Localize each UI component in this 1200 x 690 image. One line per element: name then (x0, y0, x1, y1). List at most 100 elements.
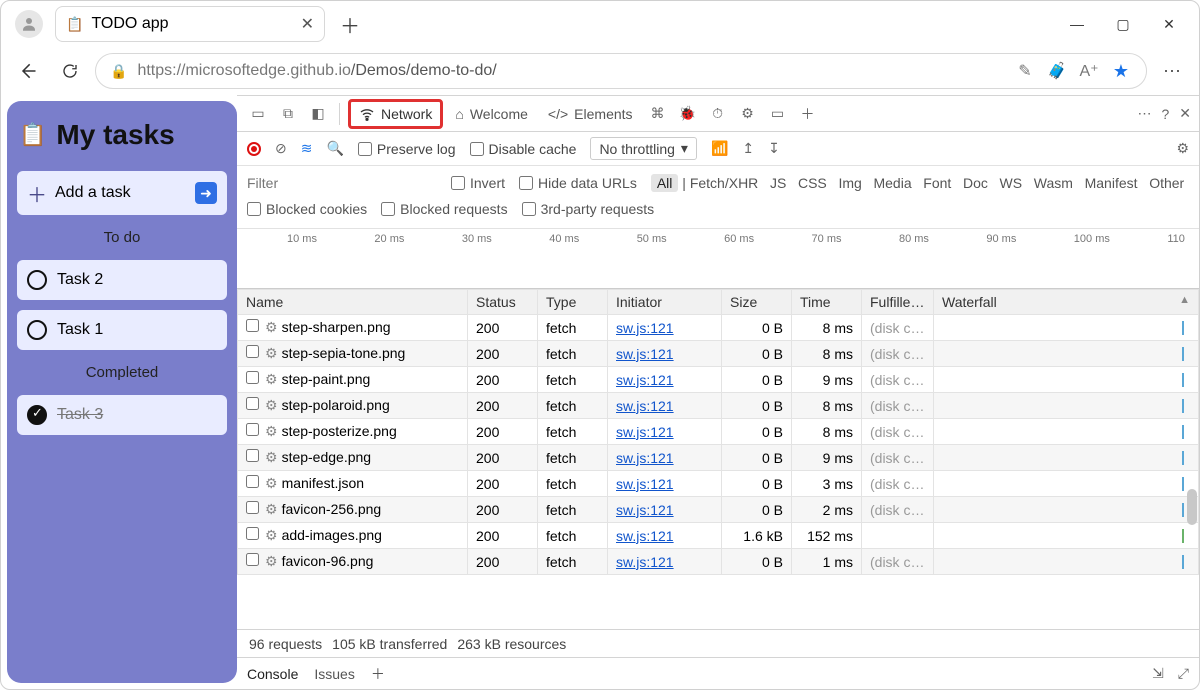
dock-side-icon[interactable]: ◧ (305, 105, 331, 122)
filter-all[interactable]: All (651, 174, 679, 192)
performance-icon[interactable]: ⏱ (705, 105, 731, 122)
blocked-requests-checkbox[interactable]: Blocked requests (381, 201, 507, 217)
filter-css[interactable]: CSS (798, 175, 827, 191)
initiator-link[interactable]: sw.js:121 (616, 554, 674, 570)
filter-js[interactable]: JS (770, 175, 786, 191)
upload-har-icon[interactable]: ↥ (742, 140, 754, 157)
row-checkbox[interactable] (246, 345, 259, 358)
col-type[interactable]: Type (538, 290, 608, 315)
initiator-link[interactable]: sw.js:121 (616, 320, 674, 336)
drawer-add-tab[interactable]: ＋ (371, 664, 385, 684)
url-field[interactable]: 🔒 https://microsoftedge.github.io/Demos/… (95, 53, 1147, 89)
initiator-link[interactable]: sw.js:121 (616, 372, 674, 388)
row-checkbox[interactable] (246, 553, 259, 566)
scrollbar-thumb[interactable] (1187, 489, 1197, 525)
table-row[interactable]: ⚙step-sepia-tone.png200fetchsw.js:1210 B… (238, 341, 1199, 367)
row-checkbox[interactable] (246, 423, 259, 436)
blocked-cookies-checkbox[interactable]: Blocked cookies (247, 201, 367, 217)
initiator-link[interactable]: sw.js:121 (616, 476, 674, 492)
filter-manifest[interactable]: Manifest (1085, 175, 1138, 191)
preserve-log-checkbox[interactable]: Preserve log (358, 141, 456, 157)
drawer-dock-icon[interactable]: ⇲ (1152, 665, 1164, 682)
invert-checkbox[interactable]: Invert (451, 175, 505, 191)
filter-media[interactable]: Media (873, 175, 911, 191)
inspect-element-icon[interactable]: ▭ (245, 105, 271, 122)
close-tab-icon[interactable]: ✕ (301, 14, 314, 34)
initiator-link[interactable]: sw.js:121 (616, 528, 674, 544)
filter-input[interactable] (247, 175, 437, 191)
record-button[interactable] (247, 142, 261, 156)
table-row[interactable]: ⚙step-paint.png200fetchsw.js:1210 B9 ms(… (238, 367, 1199, 393)
disable-cache-checkbox[interactable]: Disable cache (470, 141, 577, 157)
window-maximize[interactable]: ▢ (1113, 16, 1133, 33)
tab-network[interactable]: Network (348, 99, 443, 129)
filter-doc[interactable]: Doc (963, 175, 988, 191)
drawer-console-tab[interactable]: Console (247, 666, 298, 682)
drawer-issues-tab[interactable]: Issues (314, 666, 354, 682)
table-row[interactable]: ⚙step-polaroid.png200fetchsw.js:1210 B8 … (238, 393, 1199, 419)
row-checkbox[interactable] (246, 397, 259, 410)
filter-toggle-icon[interactable]: ≋ (301, 140, 313, 157)
network-settings-icon[interactable]: ⚙ (1176, 140, 1189, 157)
new-tab-button[interactable]: ＋ (335, 9, 365, 39)
initiator-link[interactable]: sw.js:121 (616, 502, 674, 518)
tab-welcome[interactable]: ⌂ Welcome (447, 102, 536, 126)
task-item[interactable]: Task 1 (17, 310, 227, 350)
col-initiator[interactable]: Initiator (608, 290, 722, 315)
filter-font[interactable]: Font (923, 175, 951, 191)
initiator-link[interactable]: sw.js:121 (616, 346, 674, 362)
filter-other[interactable]: Other (1149, 175, 1184, 191)
table-row[interactable]: ⚙step-edge.png200fetchsw.js:1210 B9 ms(d… (238, 445, 1199, 471)
table-row[interactable]: ⚙manifest.json200fetchsw.js:1210 B3 ms(d… (238, 471, 1199, 497)
device-toggle-icon[interactable]: ⧉ (275, 105, 301, 122)
third-party-checkbox[interactable]: 3rd-party requests (522, 201, 655, 217)
col-name[interactable]: Name (238, 290, 468, 315)
initiator-link[interactable]: sw.js:121 (616, 398, 674, 414)
more-icon[interactable]: ⋯ (1137, 105, 1151, 122)
close-devtools-icon[interactable]: ✕ (1179, 105, 1191, 122)
browser-tab[interactable]: 📋 TODO app ✕ (55, 6, 325, 42)
initiator-link[interactable]: sw.js:121 (616, 424, 674, 440)
settings-gear-icon[interactable]: ⚙ (735, 105, 761, 122)
initiator-link[interactable]: sw.js:121 (616, 450, 674, 466)
filter-ws[interactable]: WS (1000, 175, 1023, 191)
task-item[interactable]: Task 3 (17, 395, 227, 435)
add-tab-icon[interactable]: ＋ (795, 104, 821, 124)
col-status[interactable]: Status (468, 290, 538, 315)
tab-elements[interactable]: </> Elements (540, 102, 641, 126)
table-row[interactable]: ⚙favicon-256.png200fetchsw.js:1210 B2 ms… (238, 497, 1199, 523)
submit-arrow-icon[interactable]: ➜ (195, 182, 217, 204)
favorite-star-icon[interactable]: ★ (1110, 61, 1132, 82)
briefcase-icon[interactable]: 🧳 (1046, 61, 1068, 81)
window-close[interactable]: ✕ (1159, 16, 1179, 33)
row-checkbox[interactable] (246, 449, 259, 462)
help-icon[interactable]: ? (1161, 106, 1169, 122)
row-checkbox[interactable] (246, 475, 259, 488)
text-size-icon[interactable]: A⁺ (1078, 61, 1100, 81)
network-conditions-icon[interactable]: 📶 (711, 140, 728, 157)
table-row[interactable]: ⚙add-images.png200fetchsw.js:1211.6 kB15… (238, 523, 1199, 549)
command-menu-icon[interactable]: ⌘ (645, 105, 671, 122)
row-checkbox[interactable] (246, 371, 259, 384)
drawer-expand-icon[interactable]: ⤢ (1178, 665, 1189, 682)
col-time[interactable]: Time (792, 290, 862, 315)
task-checkbox-done[interactable] (27, 405, 47, 425)
edit-icon[interactable]: ✎ (1014, 61, 1036, 81)
add-task-button[interactable]: ＋ Add a task ➜ (17, 171, 227, 215)
download-har-icon[interactable]: ↧ (768, 140, 780, 157)
browser-more-icon[interactable]: ⋯ (1163, 61, 1181, 82)
back-button[interactable] (11, 54, 45, 88)
clear-icon[interactable]: ⊘ (275, 140, 287, 157)
filter-img[interactable]: Img (838, 175, 861, 191)
row-checkbox[interactable] (246, 501, 259, 514)
bug-icon[interactable]: 🐞 (675, 105, 701, 122)
col-waterfall[interactable]: Waterfall▲ (934, 290, 1199, 315)
col-fulfilled[interactable]: Fulfilled… (862, 290, 934, 315)
task-item[interactable]: Task 2 (17, 260, 227, 300)
col-size[interactable]: Size (722, 290, 792, 315)
table-row[interactable]: ⚙step-posterize.png200fetchsw.js:1210 B8… (238, 419, 1199, 445)
filter-fetchxhr[interactable]: Fetch/XHR (690, 175, 758, 191)
hide-data-urls-checkbox[interactable]: Hide data URLs (519, 175, 637, 191)
window-icon[interactable]: ▭ (765, 105, 791, 122)
filter-wasm[interactable]: Wasm (1034, 175, 1073, 191)
